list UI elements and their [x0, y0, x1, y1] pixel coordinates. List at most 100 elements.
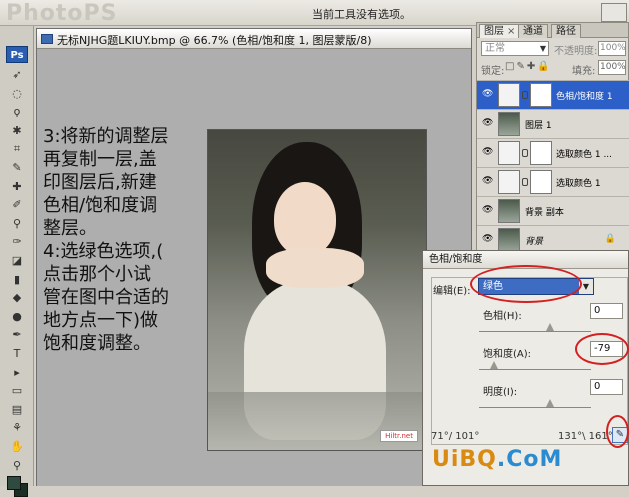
link-icon[interactable] — [522, 91, 528, 99]
fill-label: 填充: — [572, 66, 596, 77]
eyedropper-icon[interactable]: ⚘ — [9, 421, 25, 435]
watermark-logo: PhotoPS — [6, 1, 118, 26]
photo-face — [274, 182, 336, 256]
layer-name[interactable]: 背景 副本 — [525, 205, 564, 218]
path-select-icon[interactable]: ▸ — [9, 366, 25, 380]
instruction-line: 再复制一层,盖 — [43, 149, 157, 170]
blur-icon[interactable]: ◆ — [9, 291, 25, 305]
slice-icon[interactable]: ✎ — [9, 161, 25, 175]
saturation-slider-track[interactable] — [479, 369, 591, 370]
eraser-icon[interactable]: ◪ — [9, 254, 25, 268]
layer-thumbnail[interactable] — [498, 112, 520, 136]
foreground-color-swatch[interactable] — [7, 476, 21, 490]
layer-row[interactable]: 👁 选取颜色 1 ... — [477, 138, 629, 167]
annotation-ring-edit — [470, 265, 582, 303]
photo-arms — [266, 248, 364, 288]
blend-mode-select[interactable]: 正常 ▼ — [481, 41, 549, 56]
opacity-label: 不透明度: — [554, 46, 598, 57]
tab-channels[interactable]: 通道 — [518, 24, 548, 38]
hue-input[interactable]: 0 — [590, 303, 623, 319]
move-icon[interactable]: ➶ — [9, 68, 25, 82]
link-icon[interactable] — [522, 149, 528, 157]
layer-name[interactable]: 色相/饱和度 1 — [556, 89, 613, 102]
opacity-input[interactable]: 100% — [598, 41, 626, 56]
marquee-icon[interactable]: ◌ — [9, 87, 25, 101]
range-right-readout: 131°\ 161° — [558, 431, 613, 442]
close-icon[interactable]: × — [507, 26, 515, 37]
site-watermark: UiBQ.CoM — [432, 447, 563, 472]
document-titlebar[interactable]: 无标NJHG题LKIUY.bmp @ 66.7% (色相/饱和度 1, 图层蒙版… — [37, 29, 471, 49]
type-icon[interactable]: T — [9, 347, 25, 361]
layer-row[interactable]: 👁 选取颜色 1 — [477, 167, 629, 196]
adjustment-layer-icon[interactable] — [498, 170, 520, 194]
edit-label: 编辑(E): — [433, 286, 471, 297]
layer-name[interactable]: 背景 — [525, 234, 543, 247]
gradient-icon[interactable]: ▮ — [9, 273, 25, 287]
hue-slider-thumb[interactable] — [546, 323, 554, 331]
lasso-icon[interactable]: ϙ — [9, 105, 25, 119]
layer-name[interactable]: 选取颜色 1 — [556, 176, 601, 189]
eye-icon[interactable]: 👁 — [482, 206, 494, 215]
eye-icon[interactable]: 👁 — [482, 90, 494, 99]
document-icon — [41, 34, 53, 44]
lock-icon: 🔒 — [604, 234, 616, 244]
tab-paths[interactable]: 路径 — [551, 24, 581, 38]
layer-row[interactable]: 👁 图层 1 — [477, 109, 629, 138]
history-brush-icon[interactable]: ✑ — [9, 235, 25, 249]
lightness-input[interactable]: 0 — [590, 379, 623, 395]
eye-icon[interactable]: 👁 — [482, 235, 494, 244]
pen-icon[interactable]: ✒ — [9, 328, 25, 342]
lightness-slider-thumb[interactable] — [546, 399, 554, 407]
layer-mask-thumbnail[interactable] — [530, 83, 552, 107]
canvas[interactable]: 3:将新的调整层 再复制一层,盖 印图层后,新建 色相/饱和度调 整层。 4:选绿色选项,… — [37, 49, 471, 486]
instruction-line: 饱和度调整。 — [43, 333, 151, 354]
layer-mask-thumbnail[interactable] — [530, 170, 552, 194]
document-title: 无标NJHG题LKIUY.bmp @ 66.7% (色相/饱和度 1, 图层蒙版… — [57, 34, 372, 47]
layers-panel: 图层 × 通道 路径 正常 ▼ 不透明度: 100% 锁定: □✎✚🔒 填充: 10… — [476, 22, 629, 254]
options-hint: 当前工具没有选项。 — [312, 8, 411, 21]
brush-icon[interactable]: ✐ — [9, 198, 25, 212]
workspace-button[interactable] — [601, 3, 627, 22]
crop-icon[interactable]: ⌗ — [9, 142, 25, 156]
layer-row[interactable]: 👁 色相/饱和度 1 — [477, 80, 629, 109]
eye-icon[interactable]: 👁 — [482, 119, 494, 128]
instruction-line: 管在图中合适的 — [43, 287, 169, 308]
notes-icon[interactable]: ▤ — [9, 403, 25, 417]
shape-icon[interactable]: ▭ — [9, 384, 25, 398]
ps-logo: Ps — [6, 46, 28, 63]
hue-label: 色相(H): — [483, 311, 522, 322]
photo[interactable]: Hiltr.net — [207, 129, 427, 451]
fill-input[interactable]: 100% — [598, 60, 626, 75]
layer-row[interactable]: 👁 背景 副本 — [477, 196, 629, 225]
lightness-slider-track[interactable] — [479, 407, 591, 408]
instruction-line: 4:选绿色选项,( — [43, 241, 164, 262]
stamp-icon[interactable]: ⚲ — [9, 217, 25, 231]
layer-name[interactable]: 选取颜色 1 ... — [556, 147, 612, 160]
dodge-icon[interactable]: ● — [9, 310, 25, 324]
healing-icon[interactable]: ✚ — [9, 180, 25, 194]
instruction-line: 地方点一下)做 — [43, 310, 159, 331]
lock-icons[interactable]: □✎✚🔒 — [505, 61, 552, 72]
lightness-label: 明度(I): — [483, 387, 518, 398]
eye-icon[interactable]: 👁 — [482, 177, 494, 186]
layer-name[interactable]: 图层 1 — [525, 118, 552, 131]
hue-slider-track[interactable] — [479, 331, 591, 332]
link-icon[interactable] — [522, 178, 528, 186]
instruction-line: 3:将新的调整层 — [43, 126, 169, 147]
range-left-readout: 71°/ 101° — [431, 431, 480, 442]
hand-icon[interactable]: ✋ — [9, 440, 25, 454]
layer-thumbnail[interactable] — [498, 199, 520, 223]
instruction-line: 印图层后,新建 — [43, 172, 157, 193]
instruction-line: 色相/饱和度调 — [43, 195, 158, 216]
adjustment-layer-icon[interactable] — [498, 83, 520, 107]
zoom-icon[interactable]: ⚲ — [9, 459, 25, 473]
saturation-slider-thumb[interactable] — [490, 361, 498, 369]
annotation-ring-saturation — [575, 333, 629, 365]
magic-wand-icon[interactable]: ✱ — [9, 124, 25, 138]
tab-layers[interactable]: 图层 × — [479, 24, 521, 38]
eye-icon[interactable]: 👁 — [482, 148, 494, 157]
adjustment-layer-icon[interactable] — [498, 141, 520, 165]
layer-thumbnail[interactable] — [498, 228, 520, 252]
layer-mask-thumbnail[interactable] — [530, 141, 552, 165]
annotation-ring-eyedropper — [606, 415, 629, 448]
